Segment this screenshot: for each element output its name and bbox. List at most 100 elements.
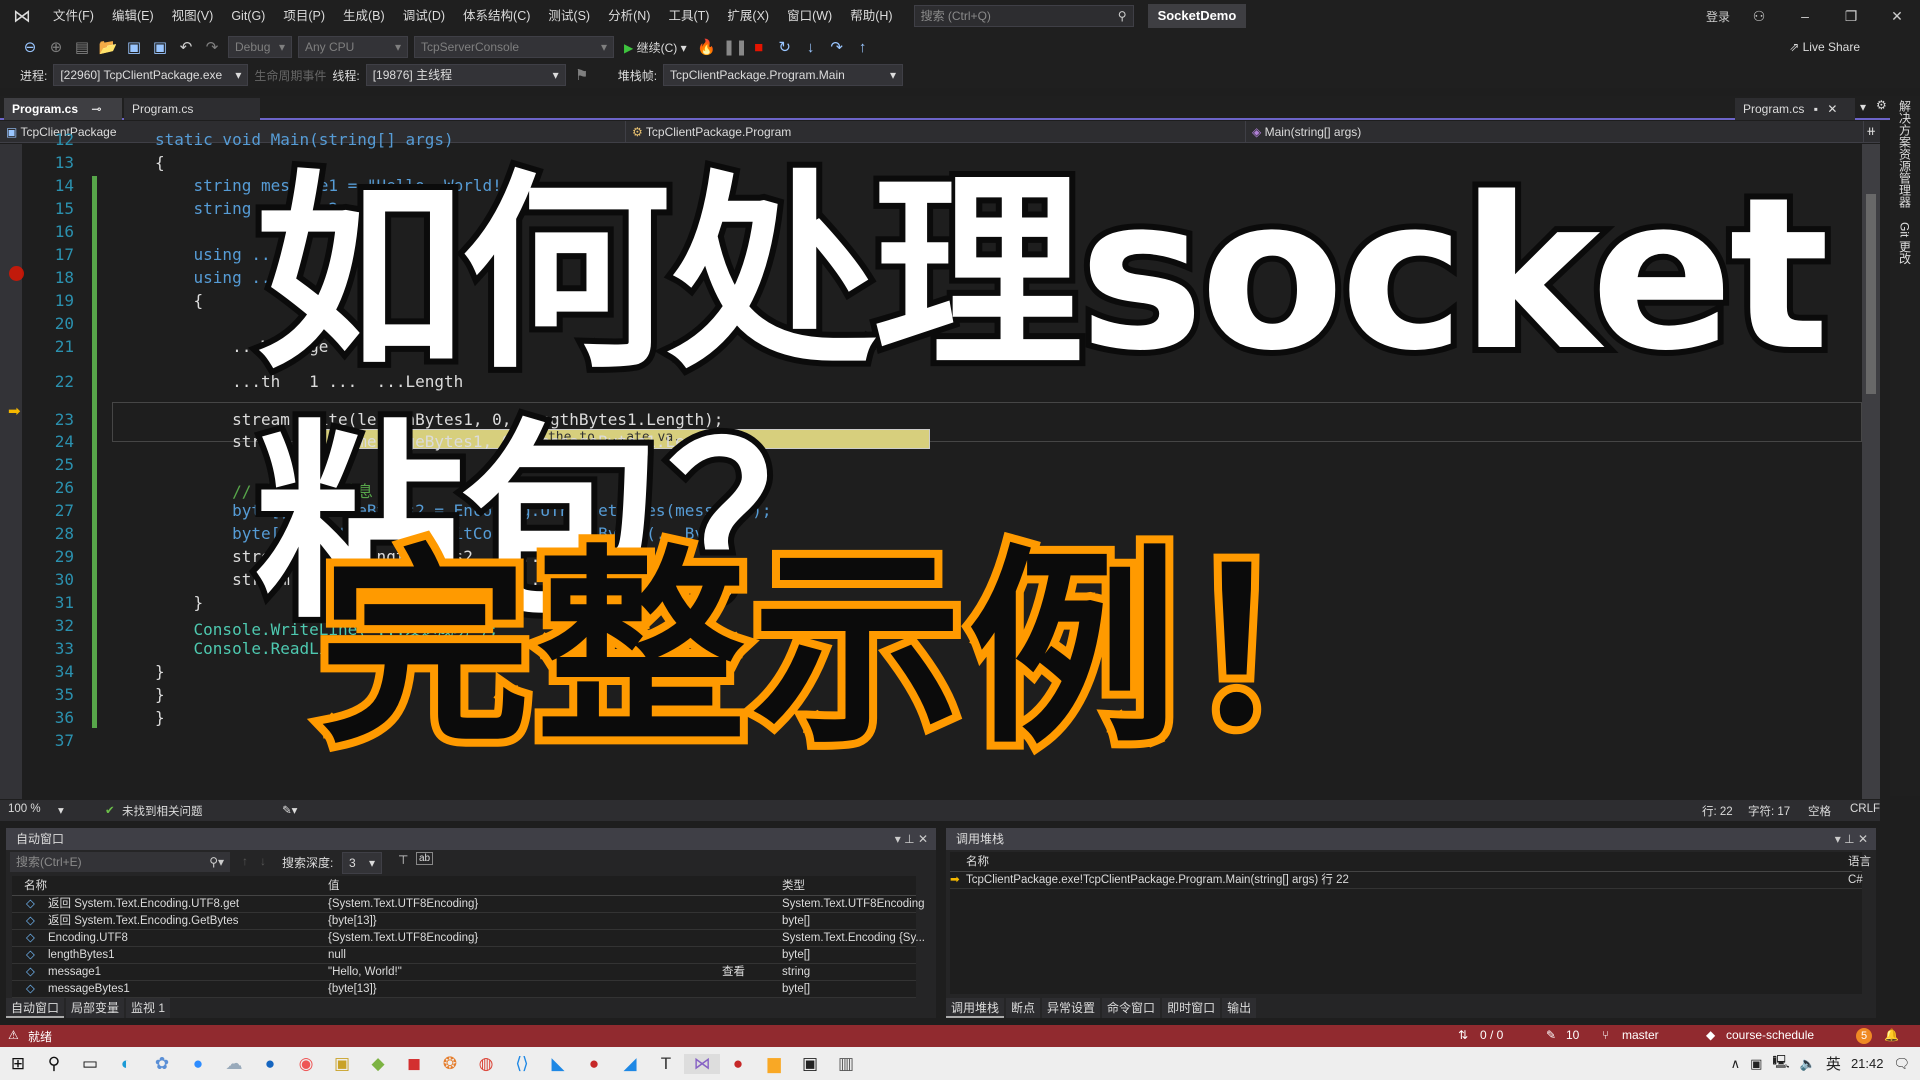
menu-analyze[interactable]: 分析(N): [599, 0, 659, 32]
tray-expand-icon[interactable]: ∧: [1731, 1056, 1741, 1072]
menu-file[interactable]: 文件(F): [44, 0, 103, 32]
wechat-icon[interactable]: ☁: [216, 1054, 252, 1074]
search-up-icon[interactable]: ↑: [242, 854, 248, 868]
column-name[interactable]: 名称: [966, 852, 989, 872]
pause-icon[interactable]: ❚❚: [723, 38, 748, 56]
forward-icon[interactable]: ⊕: [46, 38, 66, 56]
breakpoint-icon[interactable]: [9, 266, 24, 281]
split-editor-icon[interactable]: ⧺: [1866, 124, 1876, 138]
flag-icon[interactable]: ⚑: [572, 66, 592, 84]
tab-exception-settings[interactable]: 异常设置: [1042, 998, 1101, 1018]
tab-command-window[interactable]: 命令窗口: [1102, 998, 1161, 1018]
account-icon[interactable]: ⚇: [1736, 8, 1782, 25]
map-pin-app-icon[interactable]: ●: [252, 1054, 288, 1074]
startup-project-select[interactable]: TcpServerConsole ▾: [414, 36, 614, 58]
autos-row[interactable]: ◇ lengthBytes1 null byte[]: [12, 947, 916, 964]
line-number[interactable]: 行: 22: [1702, 803, 1733, 819]
tab-locals[interactable]: 局部变量: [66, 998, 125, 1018]
pane-controls[interactable]: ▾ ⊥ ✕: [895, 828, 928, 850]
hex-display-icon[interactable]: ab: [416, 852, 434, 865]
login-link[interactable]: 登录: [1700, 8, 1736, 25]
tab-immediate-window[interactable]: 即时窗口: [1162, 998, 1221, 1018]
app-icon[interactable]: ❂: [432, 1054, 468, 1074]
task-view-icon[interactable]: ▭: [72, 1054, 108, 1074]
tray-app-icon[interactable]: ▣: [1750, 1056, 1762, 1072]
tab-program-cs-preview[interactable]: Program.cs ▪ ✕: [1735, 98, 1855, 120]
tab-watch1[interactable]: 监视 1: [126, 998, 171, 1018]
menu-test[interactable]: 测试(S): [539, 0, 599, 32]
new-item-icon[interactable]: ▤: [72, 38, 92, 56]
zoom-app-icon[interactable]: ●: [180, 1054, 216, 1074]
app-icon[interactable]: ◆: [360, 1054, 396, 1074]
typora-icon[interactable]: T: [648, 1054, 684, 1074]
platform-select[interactable]: Any CPU ▾: [298, 36, 408, 58]
branch-name[interactable]: master: [1622, 1028, 1659, 1042]
menu-project[interactable]: 项目(P): [274, 0, 334, 32]
column-name[interactable]: 名称: [24, 876, 47, 896]
terminal-icon[interactable]: ▣: [792, 1054, 828, 1074]
column-language[interactable]: 语言: [1848, 852, 1871, 872]
autos-row[interactable]: ◇ 返回 System.Text.Encoding.GetBytes {byte[1…: [12, 913, 916, 930]
step-into-icon[interactable]: ↓: [801, 39, 821, 56]
search-down-icon[interactable]: ↓: [260, 854, 266, 868]
obs-icon[interactable]: ●: [720, 1054, 756, 1074]
app-icon[interactable]: ▣: [324, 1054, 360, 1074]
tab-list-icon[interactable]: ▾: [1860, 100, 1866, 114]
stop-icon[interactable]: ■: [749, 39, 769, 56]
step-over-icon[interactable]: ↷: [827, 38, 847, 56]
line-ending[interactable]: CRLF: [1850, 803, 1880, 815]
continue-button[interactable]: ▶ 继续(C) ▾: [620, 39, 691, 56]
bell-icon[interactable]: 🔔: [1884, 1028, 1899, 1042]
app-icon[interactable]: ◣: [540, 1054, 576, 1074]
whitespace-mode[interactable]: 空格: [1808, 803, 1831, 819]
step-out-icon[interactable]: ↑: [853, 39, 873, 56]
pin-icon[interactable]: ⊸: [91, 102, 101, 116]
search-icon[interactable]: ⚲: [36, 1054, 72, 1074]
member-dropdown[interactable]: ◈ Main(string[] args): [1246, 121, 1864, 143]
process-select[interactable]: [22960] TcpClientPackage.exe ▾: [53, 64, 249, 86]
minimize-button[interactable]: –: [1782, 8, 1828, 24]
menu-build[interactable]: 生成(B): [334, 0, 394, 32]
open-file-icon[interactable]: 📂: [98, 38, 118, 56]
breakpoint-gutter[interactable]: [0, 144, 22, 799]
app-icon[interactable]: ✿: [144, 1054, 180, 1074]
text-visualizer-button[interactable]: 查看: [722, 964, 745, 981]
callstack-row[interactable]: ➡ TcpClientPackage.exe!TcpClientPackage.…: [950, 872, 1863, 889]
redis-icon[interactable]: ◼: [396, 1054, 432, 1074]
vscode-icon[interactable]: ⟨⟩: [504, 1054, 540, 1074]
record-app-icon[interactable]: ●: [576, 1054, 612, 1074]
lifecycle-events[interactable]: 生命周期事件: [254, 67, 326, 84]
ime-indicator[interactable]: 英: [1826, 1053, 1841, 1074]
app-icon[interactable]: ◢: [612, 1054, 648, 1074]
autos-row[interactable]: ◇ messageBytes1 {byte[13]} byte[]: [12, 981, 916, 998]
windows-start-icon[interactable]: ⊞: [0, 1054, 36, 1074]
gear-icon[interactable]: ⚙: [1876, 98, 1887, 112]
app-icon[interactable]: ▥: [828, 1054, 864, 1074]
chrome-icon[interactable]: ◍: [468, 1054, 504, 1074]
search-input[interactable]: 搜索 (Ctrl+Q) ⚲: [913, 5, 1134, 27]
tab-program-cs-active[interactable]: Program.cs ⊸ ✕: [4, 98, 122, 138]
tab-program-cs[interactable]: Program.cs: [124, 98, 260, 120]
volume-icon[interactable]: 🔈: [1800, 1056, 1816, 1072]
changes-count[interactable]: 10: [1566, 1028, 1579, 1042]
hot-reload-icon[interactable]: 🔥: [697, 38, 717, 56]
back-icon[interactable]: ⊖: [20, 38, 40, 56]
column-type[interactable]: 类型: [782, 876, 805, 896]
maximize-button[interactable]: ❐: [1828, 8, 1874, 25]
chevron-down-icon[interactable]: ▾: [58, 803, 64, 817]
thread-select[interactable]: [19876] 主线程 ▾: [365, 64, 566, 86]
column-value[interactable]: 值: [328, 876, 340, 896]
close-tab-icon[interactable]: ✕: [1827, 102, 1837, 116]
tab-output[interactable]: 输出: [1222, 998, 1257, 1018]
menu-edit[interactable]: 编辑(E): [103, 0, 163, 32]
visual-studio-icon[interactable]: ⋈: [684, 1053, 720, 1074]
depth-select[interactable]: 3 ▾: [342, 852, 382, 874]
clock[interactable]: 21:42: [1851, 1056, 1884, 1071]
app-icon[interactable]: ◉: [288, 1054, 324, 1074]
preview-pin-icon[interactable]: ▪: [1814, 102, 1818, 116]
autos-search-input[interactable]: 搜索(Ctrl+E) ⚲▾: [10, 852, 230, 872]
stackframe-select[interactable]: TcpClientPackage.Program.Main ▾: [663, 64, 904, 86]
menu-view[interactable]: 视图(V): [163, 0, 223, 32]
solution-explorer-tab[interactable]: 解决方案资源管理器: [1895, 98, 1916, 210]
config-select[interactable]: Debug ▾: [228, 36, 292, 58]
